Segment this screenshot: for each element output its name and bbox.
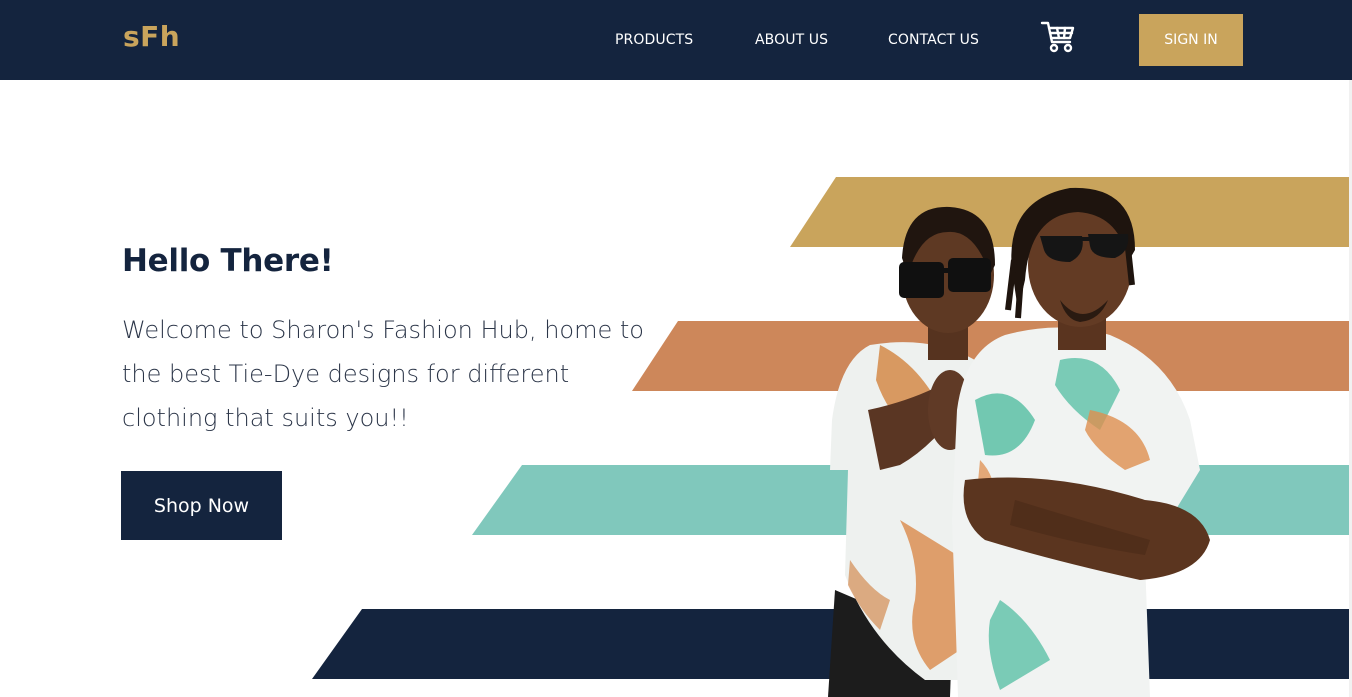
gold-stripe	[790, 177, 1350, 247]
hero-text-line: clothing that suits you!!	[122, 404, 409, 432]
nav-about-link[interactable]: ABOUT US	[755, 32, 828, 48]
shopping-cart-icon[interactable]	[1040, 20, 1076, 54]
sign-in-button[interactable]: SIGN IN	[1139, 14, 1243, 66]
hero-text-line: Welcome to Sharon's Fashion Hub, home to	[122, 316, 644, 344]
nav-products-link[interactable]: PRODUCTS	[615, 32, 693, 48]
hero-text-line: the best Tie-Dye designs for different	[122, 360, 570, 388]
hero-description: Welcome to Sharon's Fashion Hub, home to…	[122, 308, 692, 440]
orange-stripe	[632, 321, 1350, 391]
navy-stripe	[312, 609, 1350, 679]
navbar: sFh PRODUCTS ABOUT US CONTACT US SIGN IN	[0, 0, 1352, 80]
teal-stripe	[472, 465, 1350, 535]
shop-now-button[interactable]: Shop Now	[121, 471, 282, 540]
landing-page: sFh PRODUCTS ABOUT US CONTACT US SIGN IN…	[0, 0, 1352, 697]
logo[interactable]: sFh	[123, 20, 180, 53]
hero-title: Hello There!	[122, 243, 334, 279]
nav-contact-link[interactable]: CONTACT US	[888, 32, 979, 48]
